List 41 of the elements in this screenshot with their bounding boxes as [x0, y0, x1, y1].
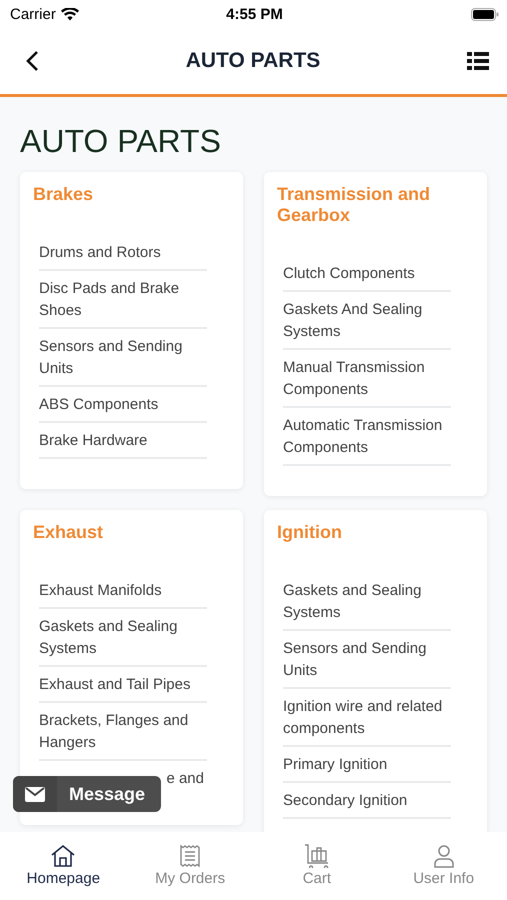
category-link[interactable]: e and [166, 761, 207, 795]
category-title: Ignition [277, 522, 343, 543]
category-link[interactable]: Brake Hardware [39, 423, 207, 459]
category-link[interactable]: Automatic Transmission Components [283, 408, 451, 466]
tab-item[interactable]: Cart [254, 832, 380, 900]
category-link[interactable]: Gaskets and Sealing Systems [283, 573, 451, 631]
tab-item[interactable]: Homepage [0, 832, 127, 900]
wifi-icon [60, 8, 79, 20]
category-link[interactable]: Sensors and Sending Units [283, 631, 451, 689]
category-link[interactable]: Clutch Components [283, 256, 451, 292]
tab-item[interactable]: User Info [380, 832, 507, 900]
carrier-label: Carrier [10, 6, 56, 22]
category-link[interactable]: Manual Transmission Components [283, 350, 451, 408]
message-button[interactable]: Message [13, 776, 161, 812]
category-link[interactable]: Exhaust and Tail Pipes [39, 667, 207, 703]
category-link[interactable]: Sensors and Sending Units [39, 329, 207, 387]
clock-time: 4:55 PM [226, 6, 283, 22]
mail-icon [25, 786, 45, 802]
back-icon[interactable] [25, 50, 39, 72]
category-link[interactable]: Primary Ignition [283, 747, 451, 783]
category-link[interactable]: ABS Components [39, 387, 207, 423]
category-link[interactable]: Brackets, Flanges and Hangers [39, 703, 207, 761]
category-link[interactable]: Disc Pads and Brake Shoes [39, 271, 207, 329]
user-icon [432, 844, 456, 868]
category-title: Transmission and Gearbox [277, 184, 432, 226]
page-title: AUTO PARTS [20, 123, 222, 160]
category-link[interactable]: Drums and Rotors [39, 235, 207, 271]
category-link[interactable]: Exhaust Manifolds [39, 573, 207, 609]
category-link[interactable]: Gaskets and Sealing Systems [39, 609, 207, 667]
category-link[interactable]: Secondary Ignition [283, 783, 451, 819]
tab-item[interactable]: My Orders [126, 832, 254, 900]
receipt-icon [179, 844, 202, 868]
header-title: AUTO PARTS [186, 49, 320, 73]
home-icon [50, 844, 76, 868]
cart-icon [302, 844, 331, 868]
category-link[interactable]: Gaskets And Sealing Systems [283, 292, 451, 350]
battery-icon [470, 8, 499, 20]
category-title: Exhaust [33, 522, 104, 543]
category-link[interactable]: Ignition wire and related components [283, 689, 451, 747]
category-title: Brakes [33, 184, 94, 205]
list-icon[interactable] [467, 52, 489, 70]
